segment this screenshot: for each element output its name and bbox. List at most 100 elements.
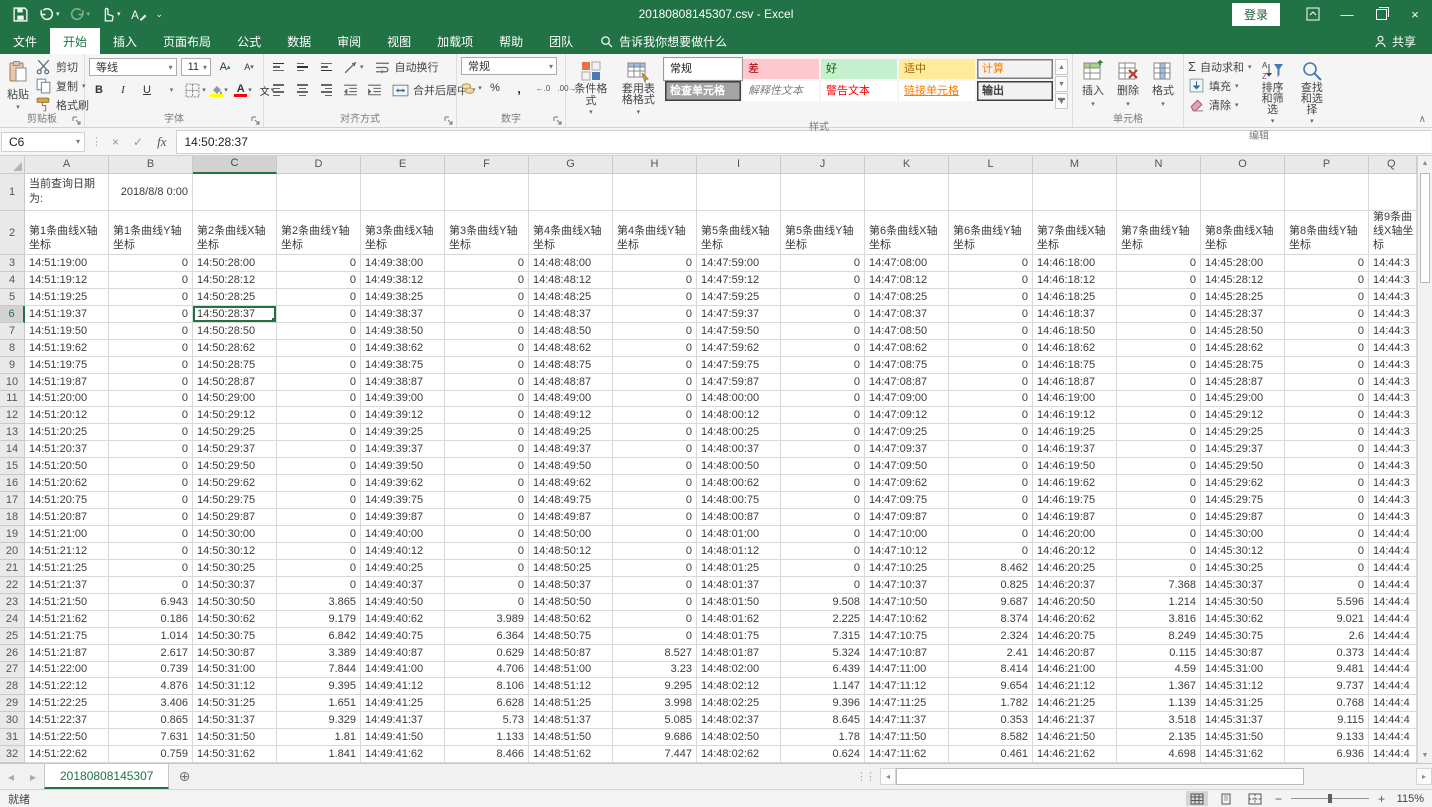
- cell[interactable]: 0: [613, 577, 697, 594]
- cell[interactable]: 0: [781, 560, 865, 577]
- cell[interactable]: 0: [109, 357, 193, 374]
- cell[interactable]: 14:44:3: [1369, 391, 1417, 408]
- vertical-scroll-thumb[interactable]: [1420, 173, 1430, 283]
- cell[interactable]: 0: [613, 543, 697, 560]
- cell[interactable]: 8.645: [781, 712, 865, 729]
- cell[interactable]: 14:47:59:87: [697, 374, 781, 391]
- cell[interactable]: 14:47:59:12: [697, 272, 781, 289]
- cell[interactable]: 14:48:51:25: [529, 695, 613, 712]
- cell[interactable]: 14:44:4: [1369, 645, 1417, 662]
- cell[interactable]: 0: [1285, 289, 1369, 306]
- cell[interactable]: 14:46:19:87: [1033, 509, 1117, 526]
- cell[interactable]: 14:49:38:50: [361, 323, 445, 340]
- cell[interactable]: 14:51:21:62: [25, 611, 109, 628]
- bottom-align-icon[interactable]: [316, 58, 336, 76]
- cell[interactable]: 0: [949, 509, 1033, 526]
- tab-开始[interactable]: 开始: [50, 28, 100, 54]
- cell[interactable]: 0: [781, 374, 865, 391]
- cell[interactable]: 14:50:28:62: [193, 340, 277, 357]
- cell[interactable]: 14:48:48:25: [529, 289, 613, 306]
- cell[interactable]: 0: [949, 357, 1033, 374]
- decrease-indent-icon[interactable]: [340, 81, 360, 99]
- cell[interactable]: 3.816: [1117, 611, 1201, 628]
- cell[interactable]: 14:50:29:25: [193, 424, 277, 441]
- column-header[interactable]: N: [1117, 156, 1201, 174]
- column-header[interactable]: F: [445, 156, 529, 174]
- cell[interactable]: 14:49:39:87: [361, 509, 445, 526]
- cell[interactable]: 0: [613, 441, 697, 458]
- cell[interactable]: 0.739: [109, 662, 193, 679]
- cell[interactable]: 14:51:22:00: [25, 662, 109, 679]
- cell[interactable]: 第1条曲线Y轴坐标: [109, 211, 193, 255]
- cell[interactable]: 9.737: [1285, 678, 1369, 695]
- cell[interactable]: 0: [277, 272, 361, 289]
- cell[interactable]: 14:45:30:00: [1201, 526, 1285, 543]
- cell[interactable]: 0: [445, 357, 529, 374]
- cell[interactable]: 14:48:50:25: [529, 560, 613, 577]
- cell[interactable]: 8.527: [613, 645, 697, 662]
- cell[interactable]: 14:49:40:75: [361, 628, 445, 645]
- cell[interactable]: 0: [781, 526, 865, 543]
- cell[interactable]: 14:44:4: [1369, 611, 1417, 628]
- cell[interactable]: 14:46:21:37: [1033, 712, 1117, 729]
- cell[interactable]: 14:45:30:37: [1201, 577, 1285, 594]
- orientation-icon[interactable]: ▾: [340, 58, 366, 76]
- cell[interactable]: 14:49:39:12: [361, 407, 445, 424]
- cell[interactable]: 0.629: [445, 645, 529, 662]
- page-break-view-icon[interactable]: [1244, 791, 1266, 806]
- cell[interactable]: 0: [445, 323, 529, 340]
- cell[interactable]: 14:45:31:12: [1201, 678, 1285, 695]
- cell[interactable]: 0: [949, 526, 1033, 543]
- cell[interactable]: 0: [277, 577, 361, 594]
- top-align-icon[interactable]: [268, 58, 288, 76]
- cell[interactable]: 1.367: [1117, 678, 1201, 695]
- cell[interactable]: 0: [613, 475, 697, 492]
- cell[interactable]: 0: [277, 407, 361, 424]
- cell[interactable]: 14:47:09:00: [865, 391, 949, 408]
- cell[interactable]: 14:45:28:00: [1201, 255, 1285, 272]
- cell[interactable]: 14:48:00:37: [697, 441, 781, 458]
- cell[interactable]: 14:49:40:50: [361, 594, 445, 611]
- cell[interactable]: 14:44:4: [1369, 560, 1417, 577]
- cell[interactable]: 14:49:39:37: [361, 441, 445, 458]
- cell[interactable]: 0: [277, 543, 361, 560]
- cell[interactable]: 0: [109, 475, 193, 492]
- cell[interactable]: 1.014: [109, 628, 193, 645]
- column-header[interactable]: A: [25, 156, 109, 174]
- cell[interactable]: 14:49:38:25: [361, 289, 445, 306]
- cell[interactable]: 0: [781, 272, 865, 289]
- cell[interactable]: 2.324: [949, 628, 1033, 645]
- cell[interactable]: 14:45:30:87: [1201, 645, 1285, 662]
- cell[interactable]: [1285, 174, 1369, 211]
- cell[interactable]: 14:47:10:75: [865, 628, 949, 645]
- cell[interactable]: 0: [949, 543, 1033, 560]
- next-sheet-icon[interactable]: ▸: [22, 764, 44, 789]
- cell[interactable]: 14:47:59:50: [697, 323, 781, 340]
- cell[interactable]: 0: [109, 407, 193, 424]
- cell[interactable]: 14:47:59:75: [697, 357, 781, 374]
- cell[interactable]: 14:46:18:75: [1033, 357, 1117, 374]
- font-dialog-launcher-icon[interactable]: [251, 116, 261, 126]
- cell[interactable]: 0: [1285, 424, 1369, 441]
- cell[interactable]: 14:47:11:37: [865, 712, 949, 729]
- cell[interactable]: 3.865: [277, 594, 361, 611]
- cell[interactable]: 14:48:49:37: [529, 441, 613, 458]
- cell[interactable]: 14:45:29:37: [1201, 441, 1285, 458]
- cell[interactable]: 14:50:29:12: [193, 407, 277, 424]
- bold-button[interactable]: B: [89, 81, 109, 99]
- cell[interactable]: 14:50:30:25: [193, 560, 277, 577]
- cell[interactable]: 0.624: [781, 746, 865, 763]
- cell[interactable]: 14:50:28:50: [193, 323, 277, 340]
- customize-qat-icon[interactable]: ⌄: [156, 11, 164, 18]
- cell[interactable]: 14:44:4: [1369, 594, 1417, 611]
- row-header[interactable]: 8: [0, 340, 25, 357]
- tab-文件[interactable]: 文件: [0, 28, 50, 54]
- cell[interactable]: 8.106: [445, 678, 529, 695]
- cell[interactable]: 14:51:21:37: [25, 577, 109, 594]
- cell[interactable]: 0: [1117, 526, 1201, 543]
- cell[interactable]: 14:46:20:25: [1033, 560, 1117, 577]
- cell[interactable]: 0: [1285, 458, 1369, 475]
- row-header[interactable]: 7: [0, 323, 25, 340]
- cell[interactable]: 0: [613, 272, 697, 289]
- cell[interactable]: 14:45:29:87: [1201, 509, 1285, 526]
